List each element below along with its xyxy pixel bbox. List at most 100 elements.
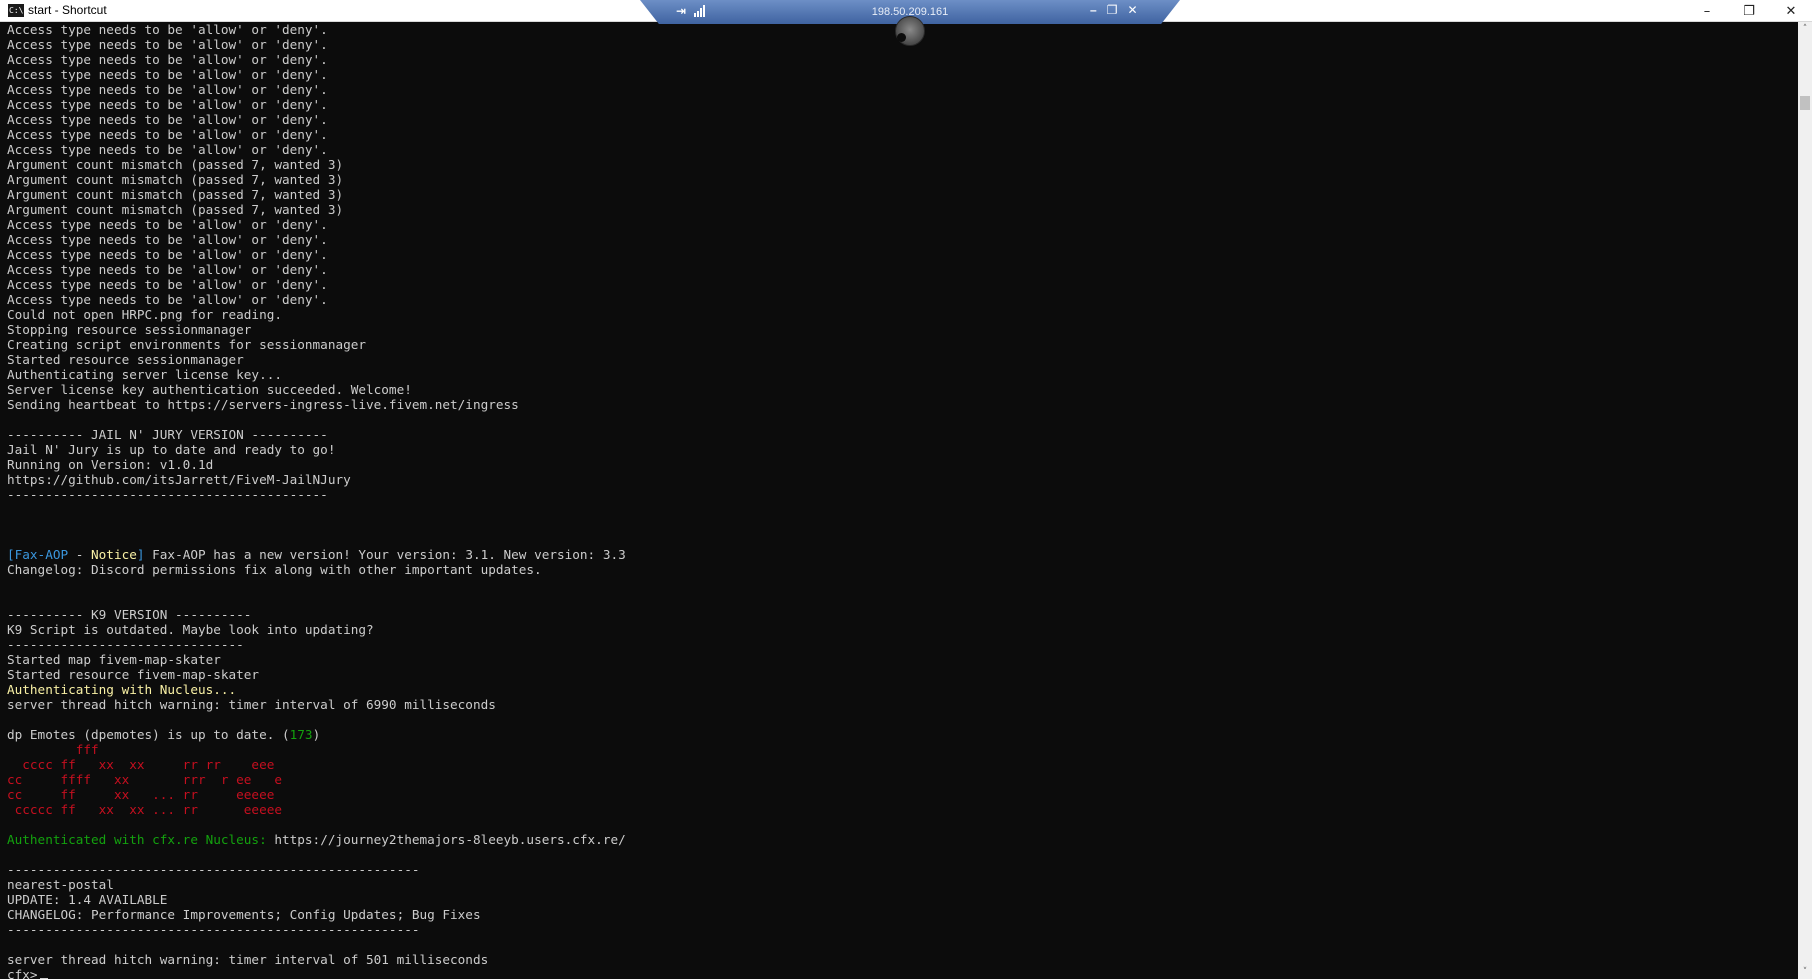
rdp-close-icon[interactable]: ✕ <box>1127 3 1137 17</box>
console-line: Access type needs to be 'allow' or 'deny… <box>7 22 1797 37</box>
console-text: Access type needs to be 'allow' or 'deny… <box>7 97 328 112</box>
console-line: Stopping resource sessionmanager <box>7 322 1797 337</box>
console-app-icon: C:\ <box>8 4 24 17</box>
console-line: Creating script environments for session… <box>7 337 1797 352</box>
console-text: Fax-AOP has a new version! Your version:… <box>144 547 626 562</box>
console-text: Access type needs to be 'allow' or 'deny… <box>7 217 328 232</box>
console-line: Access type needs to be 'allow' or 'deny… <box>7 262 1797 277</box>
console-text: Argument count mismatch (passed 7, wante… <box>7 202 344 217</box>
scroll-up-icon[interactable]: ˄ <box>1798 22 1812 36</box>
console-text: Argument count mismatch (passed 7, wante… <box>7 187 344 202</box>
console-text: Access type needs to be 'allow' or 'deny… <box>7 112 328 127</box>
vertical-scrollbar[interactable]: ˄ ˅ <box>1798 22 1812 979</box>
console-text: Argument count mismatch (passed 7, wante… <box>7 172 344 187</box>
console-line: ---------- JAIL N' JURY VERSION --------… <box>7 427 1797 442</box>
console-text: ccccc ff xx xx ... rr eeeee <box>7 802 282 817</box>
restore-icon: ❐ <box>1743 3 1755 19</box>
console-line: ---------- K9 VERSION ---------- <box>7 607 1797 622</box>
console-text: ----------------------------------------… <box>7 862 420 877</box>
scroll-down-icon[interactable]: ˅ <box>1798 965 1812 979</box>
console-line: ------------------------------- <box>7 637 1797 652</box>
console-line: Authenticated with cfx.re Nucleus: https… <box>7 832 1797 847</box>
console-line: Access type needs to be 'allow' or 'deny… <box>7 217 1797 232</box>
command-prompt: cfx> <box>7 967 38 979</box>
console-line: UPDATE: 1.4 AVAILABLE <box>7 892 1797 907</box>
console-line: CHANGELOG: Performance Improvements; Con… <box>7 907 1797 922</box>
rdp-minimize-icon[interactable]: – <box>1090 3 1097 17</box>
console-text: Creating script environments for session… <box>7 337 367 352</box>
window-title: start - Shortcut <box>28 3 107 17</box>
console-line: cc ffff xx rrr r ee e <box>7 772 1797 787</box>
close-icon: ✕ <box>1785 3 1797 19</box>
minimize-button[interactable]: – <box>1686 0 1728 22</box>
command-prompt-line[interactable]: cfx> <box>7 967 1797 979</box>
rdp-window-controls: – ❐ ✕ <box>1090 3 1138 17</box>
scrollbar-thumb[interactable] <box>1800 96 1810 110</box>
console-text: 173 <box>289 727 313 742</box>
console-text: Access type needs to be 'allow' or 'deny… <box>7 52 328 67</box>
console-line: Argument count mismatch (passed 7, wante… <box>7 157 1797 172</box>
console-text: ----------------------------------------… <box>7 922 420 937</box>
minimize-icon: – <box>1703 3 1711 19</box>
console-text: ---------- JAIL N' JURY VERSION --------… <box>7 427 328 442</box>
console-line: Access type needs to be 'allow' or 'deny… <box>7 37 1797 52</box>
restore-button[interactable]: ❐ <box>1728 0 1770 22</box>
console-text: [Fax-AOP <box>7 547 69 562</box>
close-button[interactable]: ✕ <box>1770 0 1812 22</box>
console-text: Access type needs to be 'allow' or 'deny… <box>7 262 328 277</box>
console-line: Argument count mismatch (passed 7, wante… <box>7 187 1797 202</box>
console-line: Authenticating server license key... <box>7 367 1797 382</box>
console-line: ccccc ff xx xx ... rr eeeee <box>7 802 1797 817</box>
console-line: Access type needs to be 'allow' or 'deny… <box>7 52 1797 67</box>
console-text: ---------- K9 VERSION ---------- <box>7 607 252 622</box>
console-text: cc ffff xx rrr r ee e <box>7 772 282 787</box>
console-text: ------------------------------- <box>7 637 244 652</box>
console-text: - <box>68 547 92 562</box>
console-text: Access type needs to be 'allow' or 'deny… <box>7 37 328 52</box>
console-line: dp Emotes (dpemotes) is up to date. (173… <box>7 727 1797 742</box>
console-line: Access type needs to be 'allow' or 'deny… <box>7 277 1797 292</box>
console-text: CHANGELOG: Performance Improvements; Con… <box>7 907 481 922</box>
rdp-restore-icon[interactable]: ❐ <box>1107 3 1118 17</box>
console-text: Access type needs to be 'allow' or 'deny… <box>7 247 328 262</box>
console-text: Access type needs to be 'allow' or 'deny… <box>7 82 328 97</box>
console-text: UPDATE: 1.4 AVAILABLE <box>7 892 168 907</box>
console-line: Access type needs to be 'allow' or 'deny… <box>7 142 1797 157</box>
console-text: https://github.com/itsJarrett/FiveM-Jail… <box>7 472 351 487</box>
console-text: Changelog: Discord permissions fix along… <box>7 562 542 577</box>
console-text: Authenticated with cfx.re Nucleus: <box>7 832 275 847</box>
console-text: dp Emotes (dpemotes) is up to date. ( <box>7 727 290 742</box>
console-text: nearest-postal <box>7 877 114 892</box>
console-text: Access type needs to be 'allow' or 'deny… <box>7 67 328 82</box>
console-text: Running on Version: v1.0.1d <box>7 457 214 472</box>
console-line: cc ff xx ... rr eeeee <box>7 787 1797 802</box>
console-text: Authenticating server license key... <box>7 367 282 382</box>
console-line: Argument count mismatch (passed 7, wante… <box>7 202 1797 217</box>
console-line: server thread hitch warning: timer inter… <box>7 697 1797 712</box>
console-text: Access type needs to be 'allow' or 'deny… <box>7 127 328 142</box>
console-line: ----------------------------------------… <box>7 862 1797 877</box>
console-text: Started map fivem-map-skater <box>7 652 221 667</box>
console-text: Started resource sessionmanager <box>7 352 244 367</box>
console-text: Access type needs to be 'allow' or 'deny… <box>7 22 328 37</box>
console-text: cccc ff xx xx rr rr eee <box>7 757 275 772</box>
console-text: Access type needs to be 'allow' or 'deny… <box>7 142 328 157</box>
console-line: Access type needs to be 'allow' or 'deny… <box>7 82 1797 97</box>
console-text: Sending heartbeat to https://servers-ing… <box>7 397 519 412</box>
console-line: ----------------------------------------… <box>7 487 1797 502</box>
console-text: Started resource fivem-map-skater <box>7 667 260 682</box>
console-text: Jail N' Jury is up to date and ready to … <box>7 442 336 457</box>
console-line: Running on Version: v1.0.1d <box>7 457 1797 472</box>
console-output[interactable]: Access type needs to be 'allow' or 'deny… <box>7 22 1797 979</box>
console-text: cc ff xx ... rr eeeee <box>7 787 275 802</box>
console-text: ] <box>136 547 145 562</box>
console-text: fff <box>7 742 99 757</box>
